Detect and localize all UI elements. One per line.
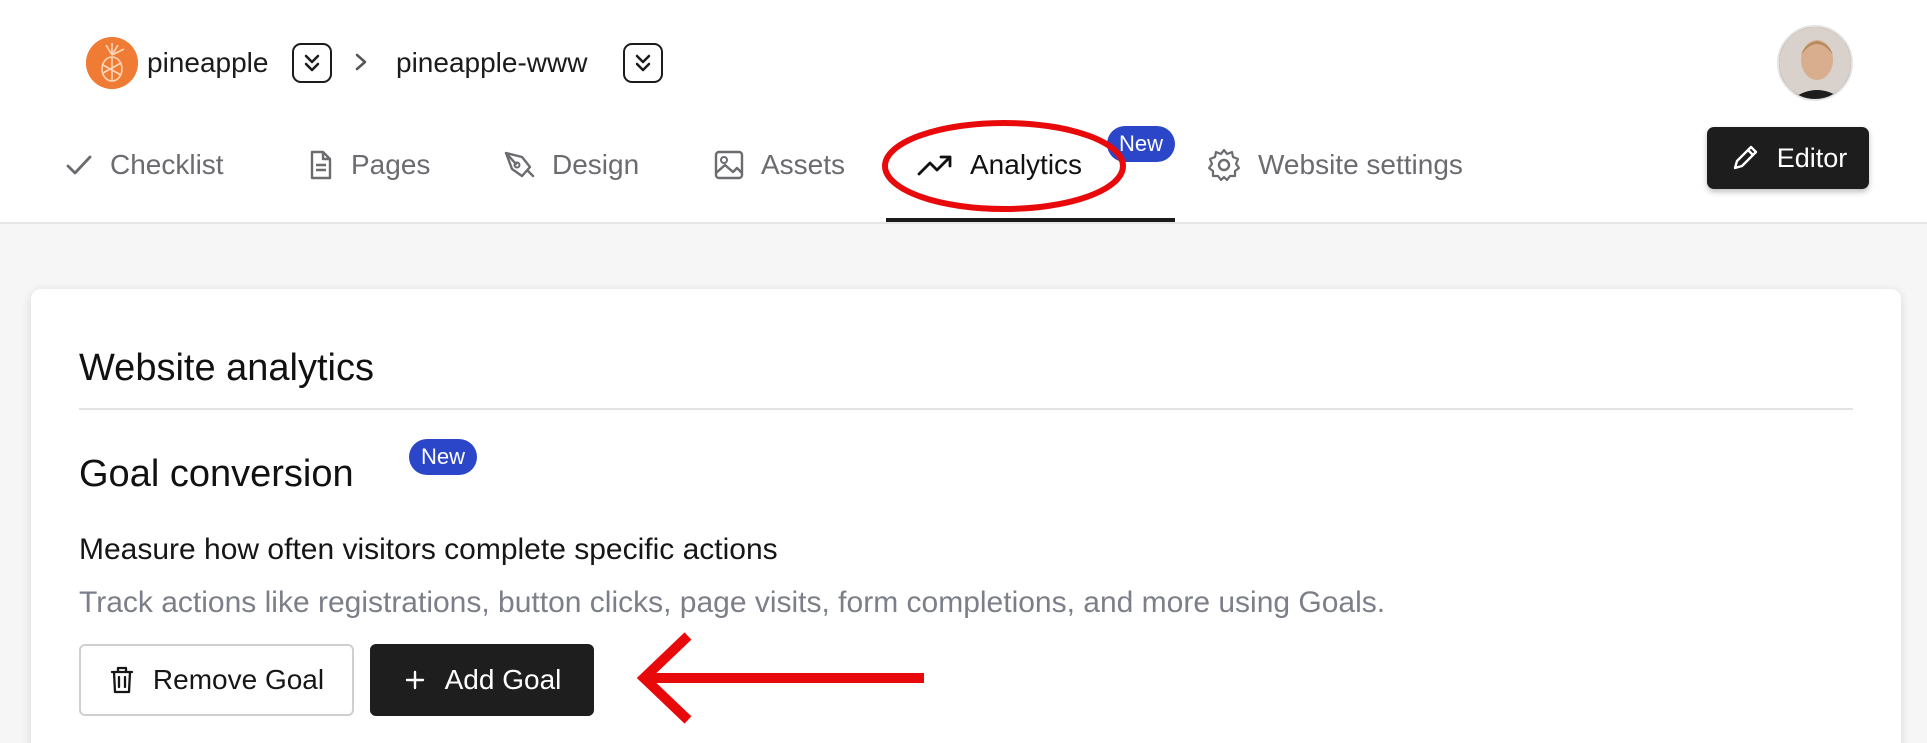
section-description: Measure how often visitors complete spec… xyxy=(79,533,778,566)
tab-checklist[interactable]: Checklist xyxy=(64,140,224,190)
workspace-logo[interactable] xyxy=(86,37,138,89)
trash-icon xyxy=(110,666,134,694)
title-divider xyxy=(79,408,1853,410)
editor-button-label: Editor xyxy=(1776,142,1848,173)
pen-tool-icon xyxy=(504,151,535,178)
top-bar: pineapple pineapple-www Checklist Pages … xyxy=(0,0,1927,224)
remove-goal-label: Remove Goal xyxy=(152,664,325,695)
image-icon xyxy=(714,150,744,180)
add-goal-label: Add Goal xyxy=(444,664,562,695)
trending-up-icon xyxy=(917,155,952,176)
tab-design[interactable]: Design xyxy=(502,140,639,190)
tab-label: Website settings xyxy=(1258,149,1463,180)
chevron-right-icon xyxy=(355,53,367,71)
remove-goal-button[interactable]: Remove Goal xyxy=(79,644,354,716)
plus-icon xyxy=(405,670,424,690)
tab-label: Design xyxy=(552,149,640,180)
pencil-icon xyxy=(1733,145,1757,170)
chevrons-down-icon xyxy=(635,54,651,72)
tab-pages[interactable]: Pages xyxy=(305,140,430,190)
page-title: Website analytics xyxy=(79,347,374,389)
new-badge: New xyxy=(409,439,478,475)
tab-assets[interactable]: Assets xyxy=(713,140,845,190)
workspace-switcher-button[interactable] xyxy=(292,43,332,83)
site-switcher-button[interactable] xyxy=(623,43,663,83)
tab-label: Checklist xyxy=(110,149,224,180)
user-avatar[interactable] xyxy=(1777,25,1853,101)
site-name[interactable]: pineapple-www xyxy=(396,43,587,83)
new-badge: New xyxy=(1107,126,1176,162)
tab-label: Assets xyxy=(761,149,846,180)
tab-analytics[interactable]: Analytics xyxy=(916,140,1082,190)
add-goal-button[interactable]: Add Goal xyxy=(370,644,594,716)
editor-button[interactable]: Editor xyxy=(1707,127,1869,189)
chevrons-down-icon xyxy=(304,54,320,72)
tab-label: Analytics xyxy=(970,149,1083,180)
gear-icon xyxy=(1207,148,1241,182)
document-icon xyxy=(310,150,332,180)
tab-label: Pages xyxy=(351,149,431,180)
section-subdescription: Track actions like registrations, button… xyxy=(79,586,1386,619)
tab-website-settings[interactable]: Website settings xyxy=(1206,140,1463,190)
section-title: Goal conversion xyxy=(79,453,354,495)
workspace-name[interactable]: pineapple xyxy=(147,43,268,83)
check-icon xyxy=(66,155,92,175)
